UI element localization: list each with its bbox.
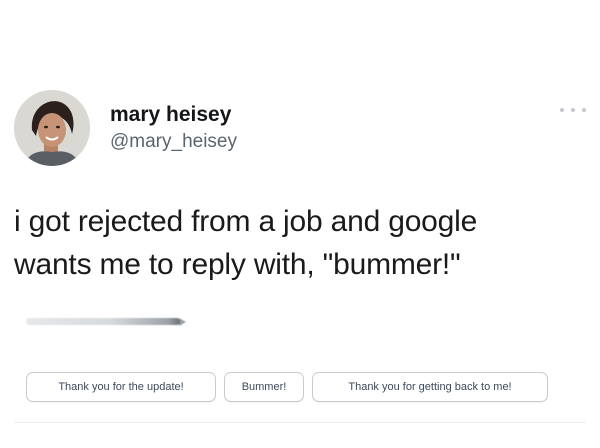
profile-photo [14,90,90,166]
smart-reply-chip[interactable]: Thank you for getting back to me! [312,372,548,402]
tweet-header: mary heisey @mary_heisey [14,90,237,166]
author-names: mary heisey @mary_heisey [110,102,237,154]
more-horizontal-icon[interactable] [560,104,586,116]
smart-reply-chip[interactable]: Thank you for the update! [26,372,216,402]
divider [14,422,586,423]
more-dot [560,108,564,112]
tweet-body: i got rejected from a job and google wan… [14,200,584,286]
avatar[interactable] [14,90,90,166]
smart-reply-chip[interactable]: Bummer! [224,372,304,402]
tweet-screenshot: mary heisey @mary_heisey i got rejected … [0,0,600,448]
blurred-progress-bar [26,318,186,326]
more-dot [582,108,586,112]
more-dot [571,108,575,112]
tweet-text-line: i got rejected from a job and google [14,205,478,238]
author-display-name[interactable]: mary heisey [110,102,237,128]
author-handle[interactable]: @mary_heisey [110,130,237,154]
smart-reply-suggestions: Thank you for the update! Bummer! Thank … [26,372,548,402]
tweet-text-line: wants me to reply with, "bummer!" [14,248,461,281]
